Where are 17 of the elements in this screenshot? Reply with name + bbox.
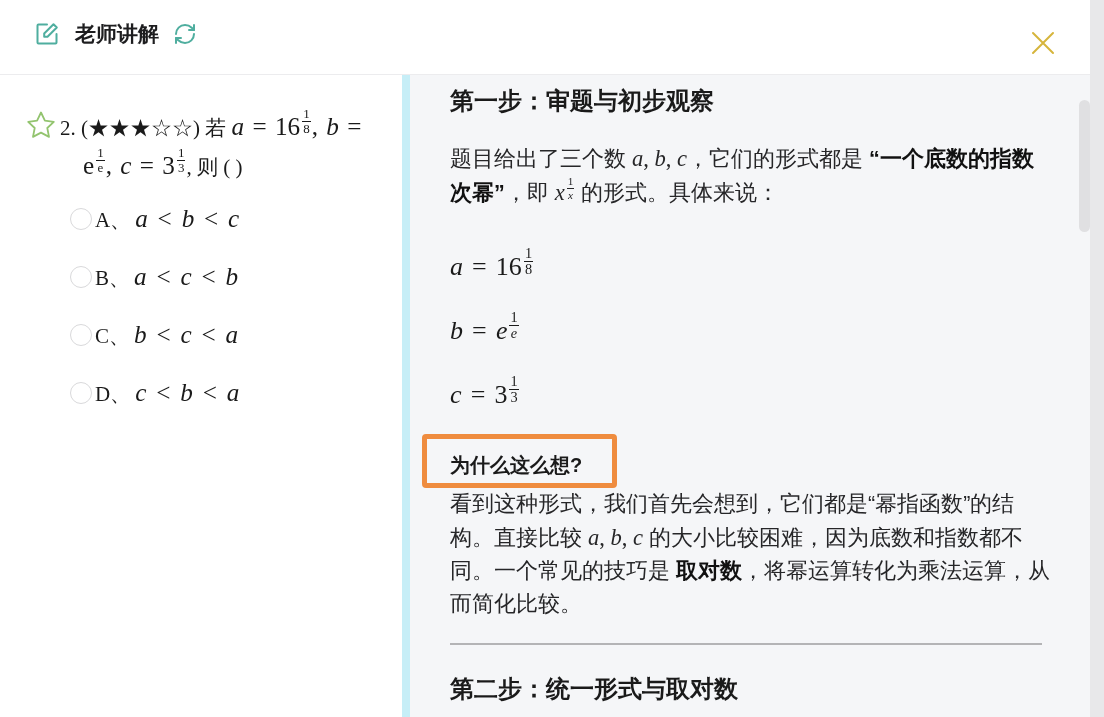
option-label: D、c < b < a (95, 377, 240, 408)
option-label: A、a < b < c (95, 203, 240, 234)
edit-icon (35, 22, 59, 46)
paragraph-text: 看到这种形式，我们首先会想到，它们都是“幂指函数”的结构。直接比较 a, b, c 的大小比较困难，因为底数和指数都不同。一个常见的技巧是 取对数，将幂运算转化为乘法运算，从而简化比较。 (450, 491, 1051, 618)
radio-button[interactable] (70, 382, 92, 404)
panel-title: 老师讲解 (75, 22, 159, 46)
radio-button[interactable] (70, 208, 92, 230)
section-subheading: 为什么这么想? (450, 453, 583, 478)
star-icon[interactable] (26, 111, 56, 139)
close-icon[interactable] (1031, 31, 1055, 55)
option-label: B、a < c < b (95, 261, 239, 292)
radio-button[interactable] (70, 324, 92, 346)
radio-button[interactable] (70, 266, 92, 288)
option-label: C、b < c < a (95, 319, 239, 350)
section-heading: 第一步：审题与初步观察 (450, 86, 715, 116)
refresh-icon[interactable] (173, 22, 197, 46)
section-heading: 第二步：统一形式与取对数 (450, 674, 739, 704)
